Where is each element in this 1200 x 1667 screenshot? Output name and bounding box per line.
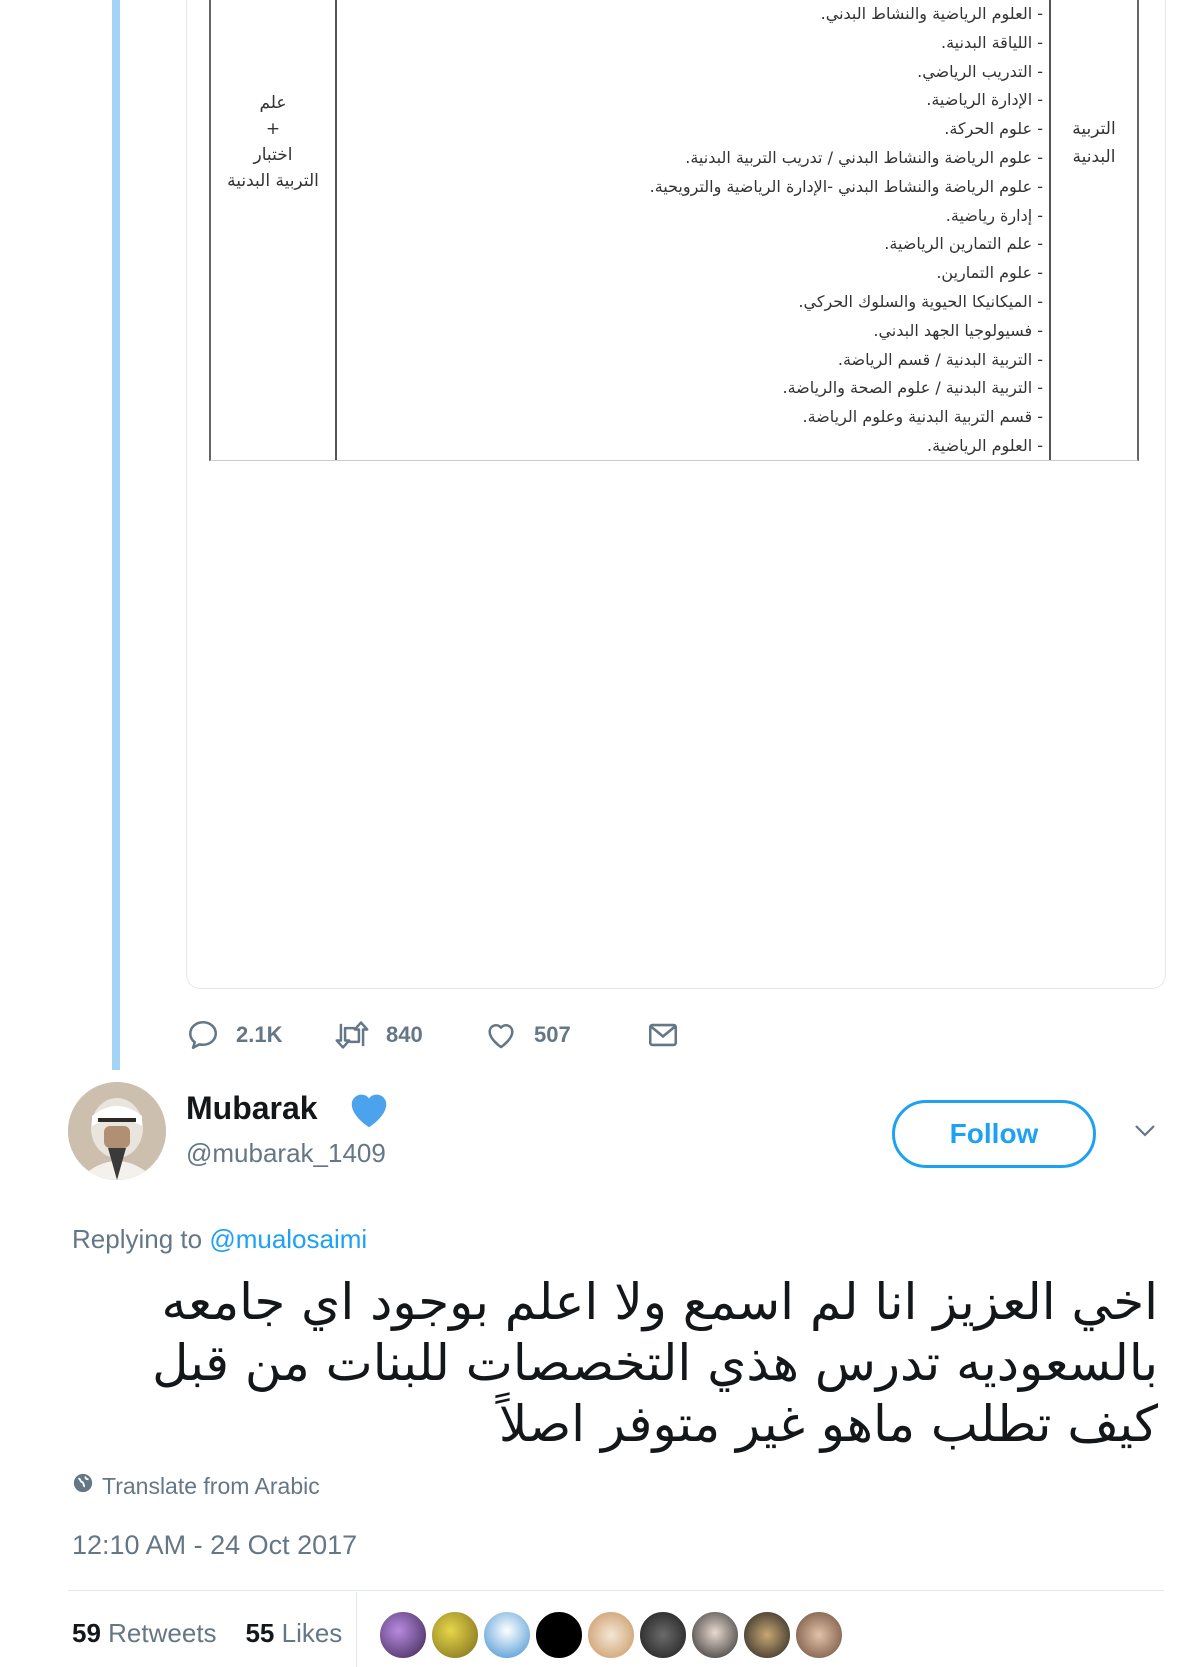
liker-avatar[interactable] [638, 1610, 688, 1660]
avatar[interactable] [68, 1082, 166, 1180]
tweet-media-card[interactable]: علم + اختبار التربية البدنية - العلوم ال… [186, 0, 1166, 989]
tweet-text: اخي العزيز انا لم اسمع ولا اعلم بوجود اي… [152, 1273, 1158, 1453]
liker-avatar[interactable] [586, 1610, 636, 1660]
table-item: - التدريب الرياضي. [917, 61, 1043, 81]
like-action[interactable]: 507 [484, 1010, 571, 1060]
liker-avatar[interactable] [430, 1610, 480, 1660]
liker-avatar[interactable] [742, 1610, 792, 1660]
translate-link[interactable]: Translate from Arabic [72, 1472, 320, 1500]
table-left-column: علم + اختبار التربية البدنية [211, 0, 337, 460]
divider [68, 1590, 1164, 1591]
left-column-text: علم + اختبار التربية البدنية [211, 90, 335, 194]
thread-connector-line [112, 0, 120, 1070]
replying-to-mention[interactable]: @mualosaimi [209, 1224, 367, 1254]
table-item: - علم التمارين الرياضية. [884, 234, 1043, 254]
tweet-stats: 59 Retweets 55 Likes [72, 1618, 342, 1649]
table-item: - علوم الحركة. [944, 119, 1043, 139]
chevron-down-icon[interactable] [1134, 1124, 1156, 1143]
display-name[interactable]: Mubarak [186, 1090, 318, 1127]
right-column-line: البدنية [1072, 147, 1116, 167]
replying-to-line: Replying to @mualosaimi [72, 1224, 367, 1255]
table-item: - اللياقة البدنية. [941, 32, 1043, 52]
replying-to-label: Replying to [72, 1224, 203, 1254]
message-icon [646, 1018, 680, 1052]
like-count: 507 [534, 1022, 571, 1047]
table-item: - فسيولوجيا الجهد البدني. [873, 320, 1043, 340]
right-column-text: التربية البدنية [1051, 115, 1137, 171]
liker-avatar[interactable] [378, 1610, 428, 1660]
verified-badge-icon [351, 1094, 387, 1128]
table-item: - علوم التمارين. [936, 263, 1043, 283]
retweet-count: 840 [386, 1022, 423, 1047]
retweets-stat-label: Retweets [108, 1618, 217, 1648]
retweets-stat-count: 59 [72, 1618, 101, 1648]
table-right-column: التربية البدنية [1049, 0, 1137, 460]
table-item: - إدارة رياضية. [945, 205, 1043, 225]
retweets-stat[interactable]: 59 Retweets [72, 1618, 217, 1648]
table-item: - الميكانيكا الحيوية والسلوك الحركي. [798, 291, 1043, 311]
likes-stat-label: Likes [281, 1618, 343, 1648]
table-item: - قسم التربية البدنية وعلوم الرياضة. [802, 407, 1043, 427]
retweet-action[interactable]: 840 [334, 1010, 423, 1060]
retweet-icon [334, 1018, 370, 1052]
liker-avatar[interactable] [690, 1610, 740, 1660]
likes-stat-count: 55 [245, 1618, 275, 1648]
table-item: - الإدارة الرياضية. [926, 90, 1043, 110]
tweet-timestamp[interactable]: 12:10 AM - 24 Oct 2017 [72, 1530, 357, 1561]
left-column-line: علم [259, 93, 287, 113]
globe-icon [72, 1472, 94, 1500]
message-action[interactable] [646, 1010, 680, 1060]
table-item: - العلوم الرياضية والنشاط البدني. [820, 4, 1043, 23]
table-item: - علوم الرياضة والنشاط البدني / تدريب ال… [685, 147, 1043, 167]
liker-avatar[interactable] [794, 1610, 844, 1660]
user-handle[interactable]: @mubarak_1409 [186, 1138, 386, 1169]
table-item: - التربية البدنية / علوم الصحة والرياضة. [782, 378, 1044, 398]
left-column-line: التربية البدنية [227, 171, 319, 191]
reply-count: 2.1K [236, 1022, 283, 1047]
right-column-line: التربية [1072, 119, 1116, 139]
reply-action[interactable]: 2.1K [186, 1010, 282, 1060]
document-table-image: علم + اختبار التربية البدنية - العلوم ال… [209, 0, 1139, 461]
left-column-line: اختبار [253, 145, 293, 165]
like-icon [484, 1018, 518, 1052]
reply-icon [186, 1018, 220, 1052]
follow-button[interactable]: Follow [892, 1100, 1096, 1168]
table-items-list: - العلوم الرياضية والنشاط البدني. - اللي… [363, 0, 1043, 461]
left-column-line: + [265, 119, 281, 139]
table-item: - التربية البدنية / قسم الرياضة. [837, 349, 1043, 369]
liker-avatar[interactable] [534, 1610, 584, 1660]
table-item: - العلوم الرياضية. [926, 435, 1043, 455]
liker-avatar[interactable] [482, 1610, 532, 1660]
translate-label: Translate from Arabic [102, 1472, 320, 1499]
stats-divider [356, 1592, 357, 1667]
likes-stat[interactable]: 55 Likes [245, 1618, 342, 1648]
table-item: - علوم الرياضة والنشاط البدني -الإدارة ا… [649, 176, 1043, 196]
